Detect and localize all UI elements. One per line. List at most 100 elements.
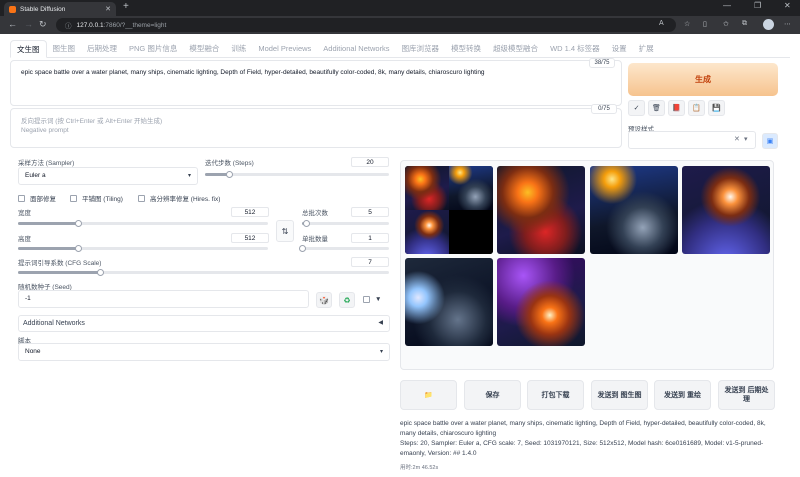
steps-input[interactable]: 20 xyxy=(351,157,389,167)
chevron-down-icon: ▾ xyxy=(744,136,748,143)
output-gallery xyxy=(400,160,774,370)
grid-preview-image[interactable] xyxy=(405,166,493,254)
tab-model-previews[interactable]: Model Previews xyxy=(252,40,317,58)
extra-networks-icon[interactable]: 📕 xyxy=(668,100,685,116)
tab-supermerger[interactable]: 超级模型融合 xyxy=(487,40,544,58)
tab-extensions[interactable]: 扩展 xyxy=(633,40,660,58)
browser-titlebar: Stable Diffusion ✕ + — ❐ ✕ xyxy=(0,0,800,16)
extra-seed-toggle[interactable]: ▼ xyxy=(363,296,381,303)
script-select[interactable]: None ▾ xyxy=(18,343,390,361)
stable-diffusion-favicon-icon xyxy=(9,5,16,13)
batch-count-slider-thumb[interactable] xyxy=(303,220,311,227)
batch-size-slider-thumb[interactable] xyxy=(299,245,306,252)
prompt-token-counter: 38/75 xyxy=(589,58,615,68)
browser-tab[interactable]: Stable Diffusion ✕ xyxy=(4,2,116,16)
clear-styles-icon[interactable]: ✕ xyxy=(734,135,740,143)
additional-networks-accordion[interactable]: Additional Networks ◀ xyxy=(18,315,390,332)
height-label: 高度 xyxy=(18,236,31,243)
tab-model-converter[interactable]: 模型转换 xyxy=(445,40,487,58)
cfg-slider-thumb[interactable] xyxy=(96,269,104,276)
tab-wd14-tagger[interactable]: WD 1.4 标签器 xyxy=(544,40,606,58)
hires-fix-checkbox[interactable]: 高分辨率修复 (Hires. fix) xyxy=(138,193,220,203)
open-folder-button[interactable]: 📁 xyxy=(400,380,457,410)
tab-image-browser[interactable]: 图库浏览器 xyxy=(396,40,446,58)
reload-icon[interactable]: ↻ xyxy=(39,19,47,30)
height-slider[interactable] xyxy=(18,245,268,252)
batch-count-input[interactable]: 5 xyxy=(351,207,389,217)
extra-seed-caret-icon: ▼ xyxy=(375,296,382,303)
tab-additional-networks[interactable]: Additional Networks xyxy=(317,40,395,58)
apply-style-icon[interactable]: ▣ xyxy=(762,133,778,149)
trash-icon[interactable]: 🗑 xyxy=(648,100,665,116)
steps-slider[interactable] xyxy=(205,171,389,178)
tab-img2img[interactable]: 图生图 xyxy=(47,40,82,58)
result-image[interactable] xyxy=(497,166,585,254)
result-image[interactable] xyxy=(405,258,493,346)
tiling-checkbox[interactable]: 平铺图 (Tiling) xyxy=(70,193,123,203)
checkbox-box[interactable] xyxy=(18,194,25,202)
tab-txt2img[interactable]: 文生图 xyxy=(10,40,47,58)
more-menu-icon[interactable]: ⋯ xyxy=(784,20,791,28)
styles-dropdown[interactable]: ✕ ▾ xyxy=(628,131,756,149)
batch-count-slider[interactable] xyxy=(302,220,389,227)
steps-slider-thumb[interactable] xyxy=(225,171,233,178)
new-tab-button[interactable]: + xyxy=(123,1,129,12)
width-slider[interactable] xyxy=(18,220,268,227)
steps-label: 迭代步数 (Steps) xyxy=(205,160,254,167)
negative-prompt-placeholder-en: Negative prompt xyxy=(21,127,69,134)
save-style-icon[interactable]: 💾 xyxy=(708,100,725,116)
reuse-seed-recycle-icon[interactable]: ♻ xyxy=(339,292,355,308)
generate-button[interactable]: 生成 xyxy=(628,63,778,96)
tab-png-info[interactable]: PNG 图片信息 xyxy=(123,40,183,58)
forward-icon[interactable]: → xyxy=(24,19,33,29)
height-input[interactable]: 512 xyxy=(231,233,269,243)
result-image[interactable] xyxy=(682,166,770,254)
checkbox-box[interactable] xyxy=(70,194,77,202)
save-button[interactable]: 保存 xyxy=(464,380,521,410)
sampler-select[interactable]: Euler a ▾ xyxy=(18,167,198,185)
checkbox-box[interactable] xyxy=(138,194,145,202)
grid-cell-image xyxy=(405,210,449,254)
width-input[interactable]: 512 xyxy=(231,207,269,217)
generation-info: epic space battle over a water planet, m… xyxy=(400,419,774,459)
checkbox-box[interactable] xyxy=(363,296,370,303)
maximize-button[interactable]: ❐ xyxy=(754,1,761,10)
height-slider-thumb[interactable] xyxy=(75,245,82,252)
random-seed-dice-icon[interactable]: 🎲 xyxy=(316,292,332,308)
tab-checkpoint-merger[interactable]: 模型融合 xyxy=(183,40,225,58)
prompt-input[interactable]: epic space battle over a water planet, m… xyxy=(10,60,622,106)
read-aloud-icon[interactable]: A xyxy=(659,20,664,27)
width-slider-thumb[interactable] xyxy=(75,220,82,227)
back-icon[interactable]: ← xyxy=(8,19,17,29)
restore-faces-checkbox[interactable]: 面部修复 xyxy=(18,193,56,203)
cfg-slider[interactable] xyxy=(18,269,389,276)
url-field[interactable]: ⓘ 127.0.0.1:7860/?__theme=light xyxy=(56,18,676,32)
send-to-inpaint-button[interactable]: 发送到 重绘 xyxy=(654,380,711,410)
batch-size-slider[interactable] xyxy=(299,245,389,252)
negative-prompt-input[interactable]: 反向提示词 (按 Ctrl+Enter 或 Alt+Enter 开始生成) Ne… xyxy=(10,108,622,148)
paste-clipboard-icon[interactable]: 📋 xyxy=(688,100,705,116)
batch-size-input[interactable]: 1 xyxy=(351,233,389,243)
close-window-button[interactable]: ✕ xyxy=(784,1,791,10)
tab-train[interactable]: 训练 xyxy=(225,40,252,58)
send-to-extras-button[interactable]: 发送到 后期处理 xyxy=(718,380,775,410)
apply-check-icon[interactable]: ✓ xyxy=(628,100,645,116)
result-image[interactable] xyxy=(590,166,678,254)
tab-settings[interactable]: 设置 xyxy=(606,40,633,58)
result-image[interactable] xyxy=(497,258,585,346)
seed-input[interactable]: -1 xyxy=(18,290,309,308)
url-host: 127.0.0.1 xyxy=(76,21,104,29)
profile-avatar[interactable] xyxy=(763,19,774,30)
close-tab-icon[interactable]: ✕ xyxy=(105,5,111,13)
split-screen-icon[interactable]: ▯ xyxy=(703,20,707,28)
swap-dimensions-button[interactable]: ⇅ xyxy=(276,220,294,242)
tab-extras[interactable]: 后期处理 xyxy=(81,40,123,58)
collections-icon[interactable]: ⧉ xyxy=(742,20,747,28)
width-slider-fill xyxy=(18,222,78,225)
send-to-img2img-button[interactable]: 发送到 图生图 xyxy=(591,380,648,410)
minimize-button[interactable]: — xyxy=(723,1,731,10)
zip-download-button[interactable]: 打包下载 xyxy=(527,380,584,410)
favorite-star-icon[interactable]: ☆ xyxy=(684,20,690,28)
cfg-input[interactable]: 7 xyxy=(351,257,389,267)
favorites-icon[interactable]: ✩ xyxy=(723,20,729,28)
